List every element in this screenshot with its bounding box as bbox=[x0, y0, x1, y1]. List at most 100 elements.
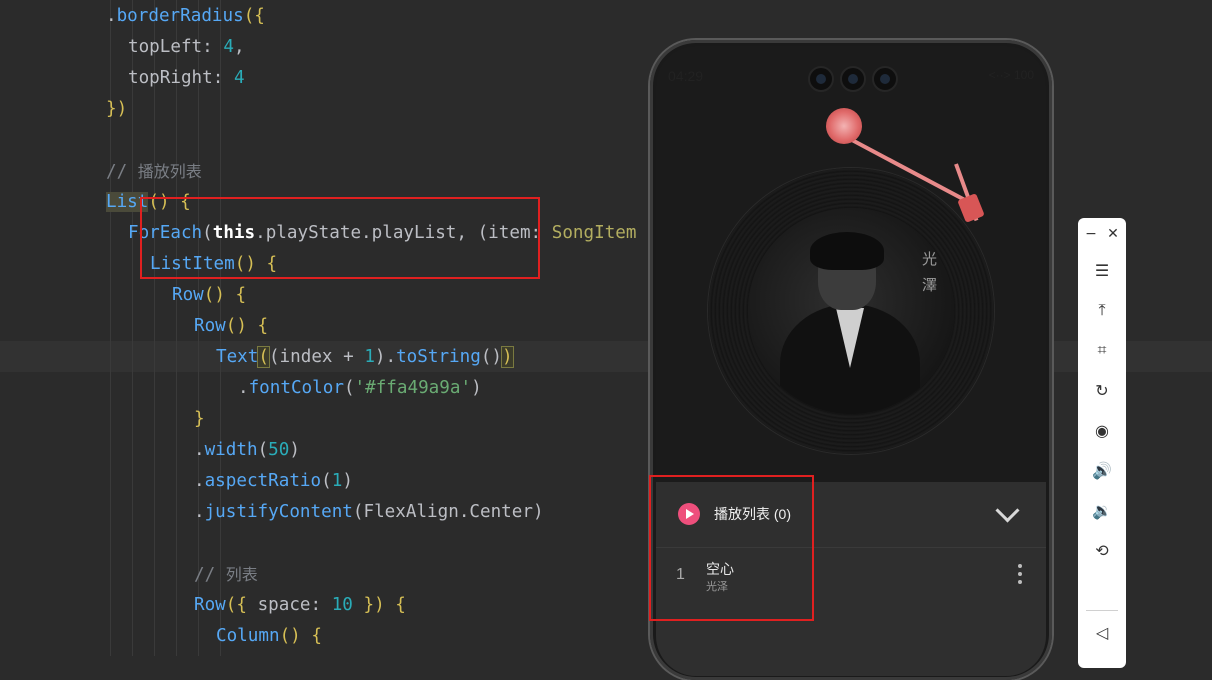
status-time: 04:29 bbox=[668, 68, 704, 84]
code-token: ( bbox=[257, 346, 270, 368]
code-token: ) bbox=[471, 378, 482, 398]
code-token: () bbox=[480, 347, 503, 367]
code-token: () { bbox=[203, 285, 247, 305]
code-token: 10 bbox=[331, 595, 353, 615]
camera-icon bbox=[808, 66, 834, 92]
code-token: . bbox=[194, 471, 205, 491]
code-token: 1 bbox=[331, 471, 343, 491]
pin-top-icon[interactable]: ⤒ bbox=[1078, 296, 1126, 324]
code-line[interactable]: Row({ space: 10 }) { bbox=[194, 590, 406, 621]
back-icon[interactable]: ◁ bbox=[1078, 618, 1126, 646]
code-line[interactable]: Text((index + 1).toString()) bbox=[216, 342, 514, 373]
code-line[interactable]: Column() { bbox=[216, 621, 322, 652]
code-line[interactable]: topLeft: 4, bbox=[128, 32, 245, 63]
code-token: fontColor bbox=[248, 378, 344, 398]
minimize-button[interactable]: − bbox=[1080, 224, 1102, 244]
cover-text: 澤 bbox=[922, 276, 938, 294]
code-token: 50 bbox=[268, 440, 290, 460]
camera-icon bbox=[840, 66, 866, 92]
code-token: ). bbox=[374, 347, 397, 367]
code-token: 播放列表 bbox=[137, 162, 202, 181]
code-token: Row bbox=[194, 595, 226, 615]
code-line[interactable]: // 播放列表 bbox=[106, 156, 202, 187]
rotate-icon[interactable]: ↻ bbox=[1078, 376, 1126, 404]
code-line[interactable]: // 列表 bbox=[194, 559, 258, 590]
code-token: toString bbox=[396, 347, 481, 367]
code-line[interactable]: } bbox=[194, 404, 205, 435]
indent-guide bbox=[154, 0, 155, 656]
code-token: : bbox=[202, 37, 224, 57]
code-token: : bbox=[212, 68, 234, 88]
code-token: : bbox=[310, 595, 332, 615]
indent-guide bbox=[176, 0, 177, 656]
code-token: Row bbox=[172, 285, 204, 305]
code-token: topRight bbox=[128, 68, 213, 88]
code-token: // bbox=[106, 162, 138, 182]
code-token: space bbox=[257, 595, 311, 615]
cover-figure-hair bbox=[810, 232, 884, 270]
emulator-toolbar: − ✕ ☰ ⤒ ⌗ ↻ ◉ 🔊 🔉 ⟲ ◁ bbox=[1078, 218, 1126, 668]
chevron-down-icon[interactable] bbox=[995, 498, 1020, 523]
shake-icon[interactable]: ⟲ bbox=[1078, 536, 1126, 564]
close-button[interactable]: ✕ bbox=[1102, 224, 1124, 244]
code-token: ) bbox=[342, 471, 353, 491]
tonearm-base bbox=[826, 108, 862, 144]
code-token: . bbox=[106, 6, 117, 26]
annotation-box-code bbox=[140, 197, 540, 279]
code-token: 列表 bbox=[225, 565, 258, 584]
annotation-box-playlist bbox=[649, 475, 814, 621]
code-line[interactable]: .width(50) bbox=[194, 435, 300, 466]
code-token: () { bbox=[279, 626, 322, 646]
screen-record-icon[interactable]: ◉ bbox=[1078, 416, 1126, 444]
code-token: . bbox=[194, 440, 205, 460]
toolbar-divider bbox=[1086, 610, 1118, 611]
code-line[interactable]: .aspectRatio(1) bbox=[194, 466, 353, 497]
code-token: SongItem bbox=[551, 223, 637, 243]
code-token: . bbox=[238, 378, 249, 398]
code-line[interactable]: .borderRadius({ bbox=[106, 1, 265, 32]
status-battery: <··> 100 bbox=[988, 68, 1034, 82]
code-token: Row bbox=[194, 316, 226, 336]
cover-text: 光 bbox=[922, 250, 938, 268]
code-token: (index + bbox=[268, 347, 365, 367]
code-token: 1 bbox=[364, 347, 375, 367]
code-token: '#ffa49a9a' bbox=[354, 378, 472, 398]
code-token: topLeft bbox=[128, 37, 203, 57]
code-token: } bbox=[194, 409, 205, 429]
code-token: ( bbox=[321, 471, 332, 491]
code-token: ) bbox=[289, 440, 300, 460]
code-token: Text bbox=[216, 347, 259, 367]
code-token: 4 bbox=[233, 68, 245, 88]
code-token: ({ bbox=[225, 595, 258, 615]
code-line[interactable]: Row() { bbox=[194, 311, 268, 342]
album-cover: 光 澤 bbox=[748, 208, 954, 414]
crop-icon[interactable]: ⌗ bbox=[1078, 336, 1126, 364]
code-token: }) bbox=[106, 99, 128, 119]
tonearm-head bbox=[957, 193, 985, 223]
code-line[interactable]: topRight: 4 bbox=[128, 63, 245, 94]
code-token: ({ bbox=[243, 6, 265, 26]
code-token: aspectRatio bbox=[204, 471, 322, 491]
code-token: borderRadius bbox=[116, 6, 244, 26]
code-token: Column bbox=[216, 626, 280, 646]
code-token: // bbox=[194, 565, 226, 585]
code-token: justifyContent bbox=[204, 502, 353, 522]
code-token: ( bbox=[257, 440, 269, 460]
code-token: () { bbox=[225, 316, 269, 336]
code-token: ) bbox=[501, 346, 514, 368]
more-vertical-icon[interactable] bbox=[1018, 564, 1022, 588]
code-token: (FlexAlign.Center) bbox=[352, 502, 544, 522]
code-token: }) { bbox=[352, 595, 406, 615]
code-token: . bbox=[194, 502, 205, 522]
code-line[interactable]: .justifyContent(FlexAlign.Center) bbox=[194, 497, 544, 528]
volume-up-icon[interactable]: 🔊 bbox=[1078, 456, 1126, 484]
code-line[interactable]: }) bbox=[106, 94, 127, 125]
indent-guide bbox=[132, 0, 133, 656]
volume-down-icon[interactable]: 🔉 bbox=[1078, 496, 1126, 524]
code-line[interactable]: Row() { bbox=[172, 280, 246, 311]
code-token: 4 bbox=[223, 37, 234, 57]
menu-icon[interactable]: ☰ bbox=[1078, 256, 1126, 284]
code-token: ( bbox=[343, 378, 355, 398]
code-line[interactable]: .fontColor('#ffa49a9a') bbox=[238, 373, 482, 404]
code-token: width bbox=[204, 440, 258, 460]
